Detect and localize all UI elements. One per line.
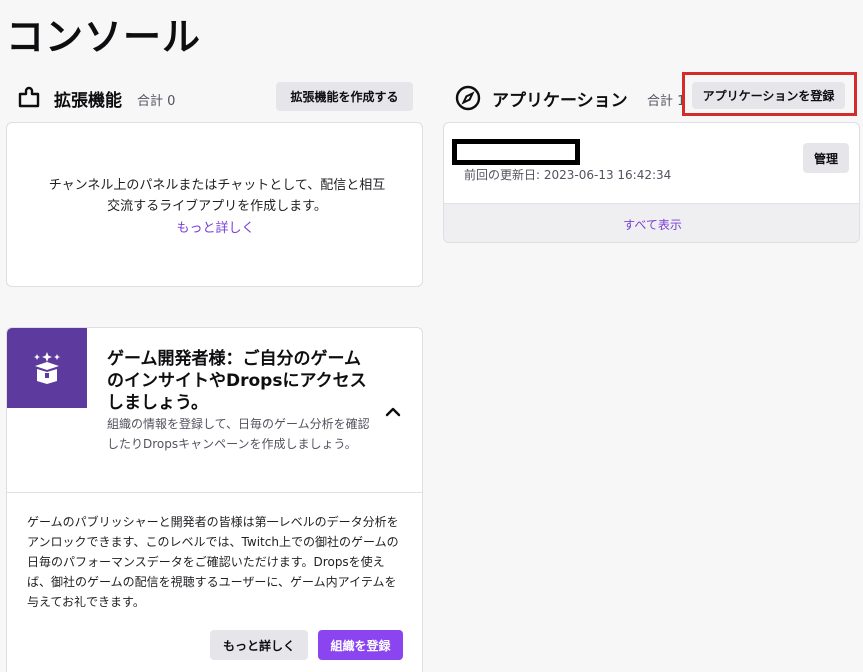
extensions-description: チャンネル上のパネルまたはチャットとして、配信と相互交流するライブアプリを作成し… — [48, 178, 386, 214]
app-updated-date: 前回の更新日: 2023-06-13 16:42:34 — [464, 168, 672, 182]
applications-card: 前回の更新日: 2023-06-13 16:42:34 管理 すべて表示 — [443, 122, 860, 243]
extensions-title: 拡張機能 — [54, 91, 122, 111]
chevron-up-icon[interactable] — [383, 402, 403, 422]
applications-header: アプリケーション 合計 1 アプリケーションを登録 — [452, 72, 857, 116]
extensions-more-link[interactable]: もっと詳しく — [7, 217, 424, 236]
create-extension-button[interactable]: 拡張機能を作成する — [276, 82, 413, 111]
show-all-link[interactable]: すべて表示 — [444, 203, 859, 242]
applications-title: アプリケーション — [492, 91, 628, 111]
register-application-highlight: アプリケーションを登録 — [682, 72, 857, 116]
extensions-count: 合計 0 — [137, 94, 176, 109]
applications-count: 合計 1 — [647, 94, 686, 109]
puzzle-piece-icon — [18, 86, 40, 108]
extensions-header: 拡張機能 合計 0 拡張機能を作成する — [14, 82, 414, 114]
gift-box-sparkle-icon — [34, 352, 60, 384]
game-thumbnail — [7, 328, 87, 408]
register-application-button[interactable]: アプリケーションを登録 — [692, 82, 845, 109]
manage-app-button[interactable]: 管理 — [803, 143, 849, 173]
extensions-card: チャンネル上のパネルまたはチャットとして、配信と相互交流するライブアプリを作成し… — [6, 122, 423, 287]
game-dev-subtitle: 組織の情報を登録して、日毎のゲーム分析を確認したりDropsキャンペーンを作成し… — [107, 417, 370, 451]
game-dev-more-button[interactable]: もっと詳しく — [210, 630, 308, 660]
compass-icon — [455, 85, 481, 111]
register-organization-button[interactable]: 組織を登録 — [318, 630, 403, 660]
page-title: コンソール — [6, 15, 202, 59]
redacted-app-name — [452, 139, 580, 165]
game-dev-title: ゲーム開発者様：ご自分のゲームのインサイトやDropsにアクセスしましょう。 — [107, 349, 367, 413]
divider — [7, 492, 422, 493]
game-dev-body: ゲームのパブリッシャーと開発者の皆様は第一レベルのデータ分析をアンロックできます… — [27, 515, 399, 609]
game-developer-card: ゲーム開発者様：ご自分のゲームのインサイトやDropsにアクセスしましょう。 組… — [6, 327, 423, 672]
